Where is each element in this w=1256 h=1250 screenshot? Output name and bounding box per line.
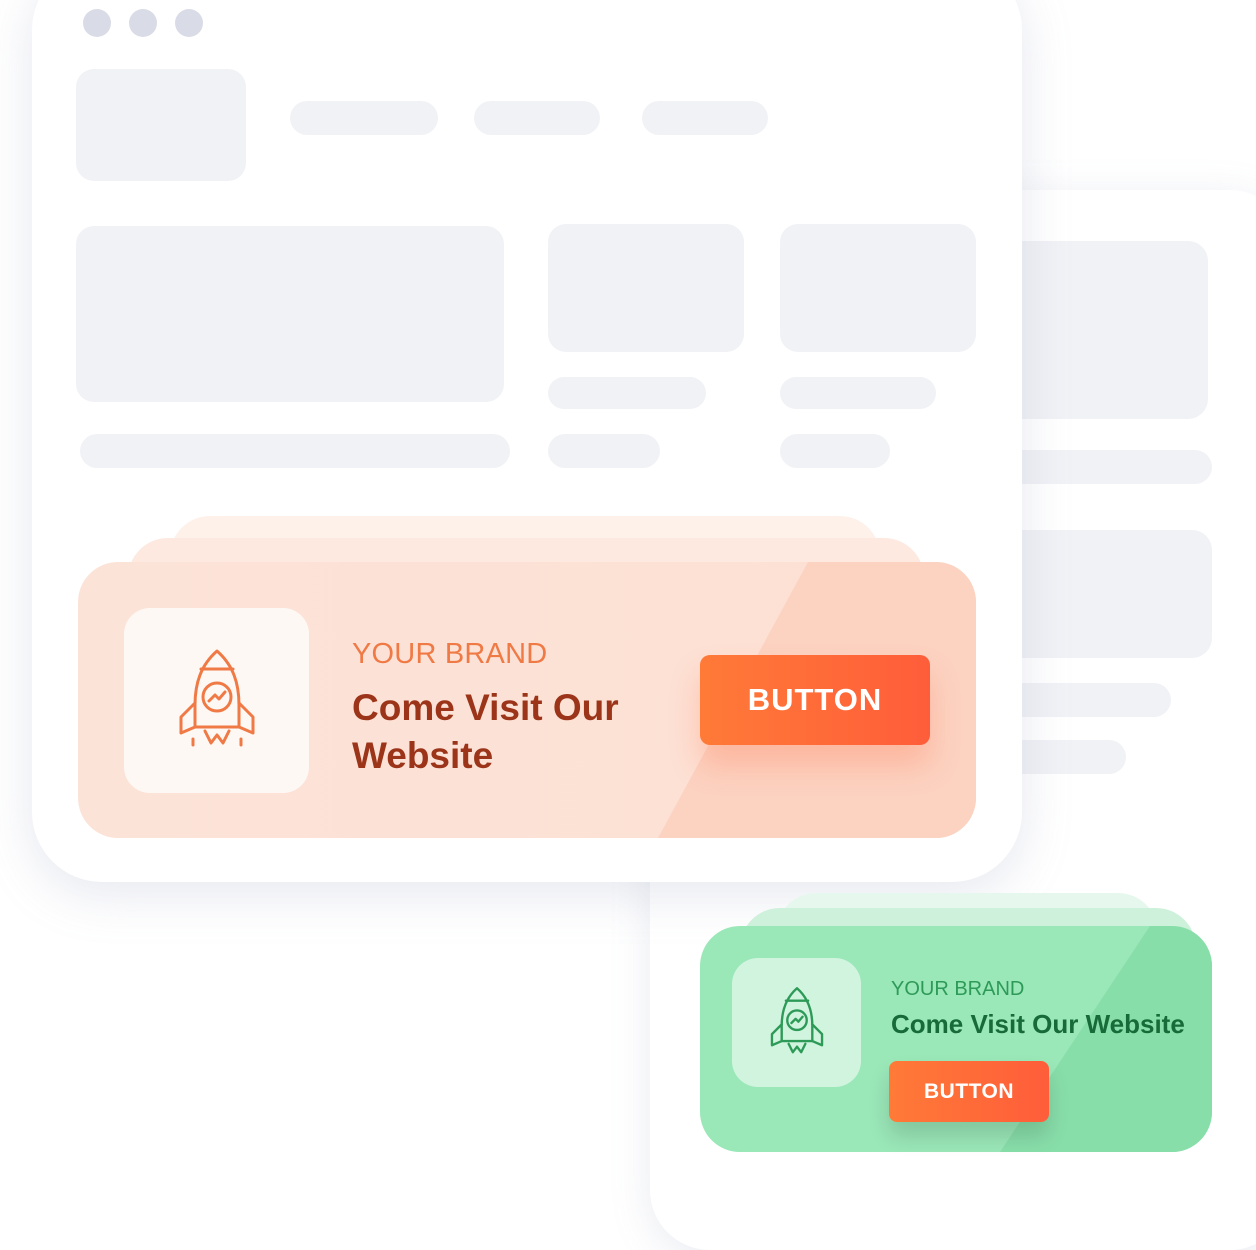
banner-headline: Come Visit Our Website (891, 1009, 1185, 1039)
placeholder-line (1022, 683, 1171, 717)
text-placeholder (548, 434, 660, 468)
cta-button[interactable]: BUTTON (700, 655, 930, 745)
rocket-icon (179, 649, 254, 746)
brand-label: YOUR BRAND (891, 978, 1025, 1000)
nav-placeholder (642, 101, 768, 135)
window-dot[interactable] (129, 9, 157, 37)
text-placeholder (780, 434, 890, 468)
hero-placeholder (76, 226, 504, 402)
cta-button[interactable]: BUTTON (889, 1061, 1049, 1122)
rocket-icon (770, 986, 823, 1053)
window-dot[interactable] (175, 9, 203, 37)
nav-placeholder (290, 101, 438, 135)
banner-headline: Come Visit Our Website (352, 687, 619, 776)
banner-icon-tile (732, 958, 861, 1087)
placeholder-line (1022, 450, 1212, 484)
logo-placeholder (76, 69, 246, 181)
text-placeholder (548, 377, 706, 409)
nav-placeholder (474, 101, 600, 135)
placeholder-block (1022, 241, 1208, 419)
card-placeholder (548, 224, 744, 352)
card-placeholder (780, 224, 976, 352)
window-dot[interactable] (83, 9, 111, 37)
placeholder-line (1022, 740, 1126, 774)
text-placeholder (780, 377, 936, 409)
text-placeholder (80, 434, 510, 468)
banner-icon-tile (124, 608, 309, 793)
brand-label: YOUR BRAND (352, 638, 548, 670)
placeholder-block (1022, 530, 1212, 658)
